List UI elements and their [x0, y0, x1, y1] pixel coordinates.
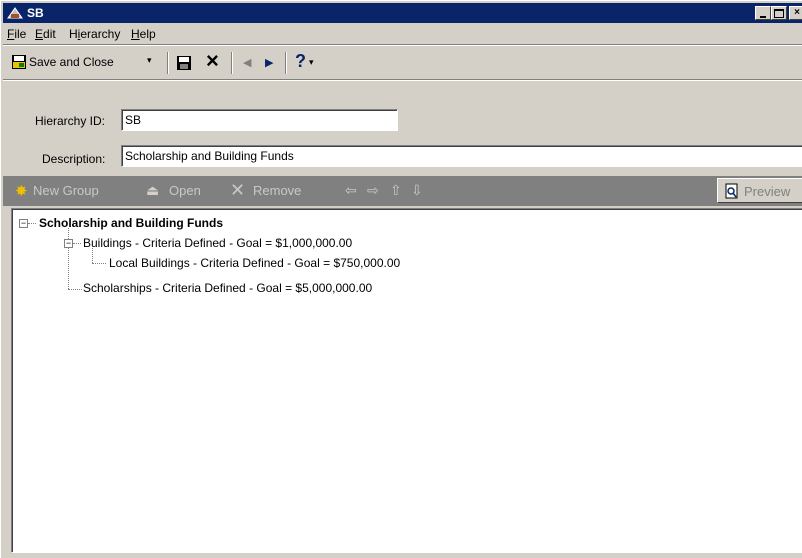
root-collapse-icon[interactable]: −: [19, 219, 28, 228]
toolbar-separator-3: [285, 52, 287, 74]
minimize-button[interactable]: [755, 6, 771, 20]
move-down-icon[interactable]: ⇩: [411, 182, 423, 199]
remove-icon[interactable]: ✕: [230, 180, 245, 201]
title-bar[interactable]: SB ×: [3, 3, 802, 23]
save-close-icon: [12, 55, 26, 69]
preview-button[interactable]: Preview: [717, 178, 802, 203]
toolbar-separator-2: [231, 52, 233, 74]
preview-icon: [725, 183, 738, 199]
group-toolbar: ✸ New Group ⏏ Open ✕ Remove ⇦ ⇨ ⇧ ⇩ Prev…: [3, 176, 802, 206]
menu-divider: [3, 44, 802, 46]
move-right-icon[interactable]: ⇨: [367, 182, 379, 199]
app-icon: [7, 7, 23, 19]
preview-label: Preview: [744, 184, 791, 199]
delete-icon[interactable]: ×: [206, 49, 219, 73]
open-icon[interactable]: ⏏: [146, 182, 159, 199]
remove-button[interactable]: Remove: [253, 183, 301, 198]
next-icon[interactable]: ▶: [265, 56, 273, 69]
close-button[interactable]: ×: [789, 6, 802, 20]
tree-line: [28, 223, 36, 224]
move-left-icon[interactable]: ⇦: [345, 182, 357, 199]
description-field[interactable]: Scholarship and Building Funds: [121, 145, 802, 167]
save-icon[interactable]: [176, 55, 192, 71]
tree-line: [73, 243, 81, 244]
description-label: Description:: [42, 152, 106, 166]
hierarchy-id-field[interactable]: SB: [121, 109, 398, 131]
menu-edit[interactable]: Edit: [35, 27, 56, 41]
save-close-dropdown-icon[interactable]: ▾: [147, 55, 152, 66]
menu-file[interactable]: File: [7, 27, 26, 41]
toolbar-separator: [167, 52, 169, 74]
minimize-icon: [760, 7, 766, 18]
buildings-collapse-icon[interactable]: −: [64, 239, 73, 248]
tree-line: [92, 263, 106, 264]
maximize-button[interactable]: [771, 6, 787, 20]
close-icon: ×: [794, 7, 800, 18]
move-up-icon[interactable]: ⇧: [390, 182, 402, 199]
maximize-icon: [774, 9, 784, 18]
new-group-icon[interactable]: ✸: [15, 182, 28, 200]
save-close-label: Save and Close: [29, 55, 114, 69]
tree-line: [68, 289, 82, 290]
main-toolbar: Save and Close ▾ × ◀ ▶ ? ▾: [3, 47, 802, 77]
menu-edit-accel: E: [35, 27, 44, 41]
hierarchy-tree[interactable]: − Scholarship and Building Funds − Build…: [11, 208, 802, 553]
tree-node-local-buildings[interactable]: Local Buildings - Criteria Defined - Goa…: [109, 256, 400, 270]
menu-hierarchy[interactable]: Hierarchy: [69, 27, 120, 41]
menu-help-accel: H: [131, 27, 140, 41]
tree-line: [68, 247, 69, 289]
save-close-button[interactable]: Save and Close ▾: [11, 51, 161, 73]
menu-edit-rest: dit: [43, 27, 56, 41]
menu-hierarchy-rest: erarchy: [80, 27, 121, 41]
window-title: SB: [27, 6, 44, 20]
menu-bar: File Edit Hierarchy Help: [3, 24, 802, 44]
help-dropdown-icon[interactable]: ▾: [309, 57, 314, 68]
tree-node-scholarships[interactable]: Scholarships - Criteria Defined - Goal =…: [83, 281, 372, 295]
menu-hierarchy-pre: H: [69, 27, 78, 41]
previous-icon[interactable]: ◀: [243, 56, 251, 69]
help-icon[interactable]: ?: [295, 51, 306, 72]
menu-help[interactable]: Help: [131, 27, 156, 41]
tree-node-buildings[interactable]: Buildings - Criteria Defined - Goal = $1…: [83, 236, 352, 250]
tree-line: [92, 248, 93, 263]
menu-file-rest: ile: [14, 27, 27, 41]
new-group-button[interactable]: New Group: [33, 183, 99, 198]
open-button[interactable]: Open: [169, 183, 201, 198]
app-window: SB × File Edit Hierarchy Help Save and C…: [0, 0, 802, 558]
hierarchy-id-label: Hierarchy ID:: [35, 114, 106, 128]
menu-help-rest: elp: [139, 27, 156, 41]
toolbar-divider: [3, 79, 802, 81]
tree-node-root[interactable]: Scholarship and Building Funds: [39, 216, 223, 230]
